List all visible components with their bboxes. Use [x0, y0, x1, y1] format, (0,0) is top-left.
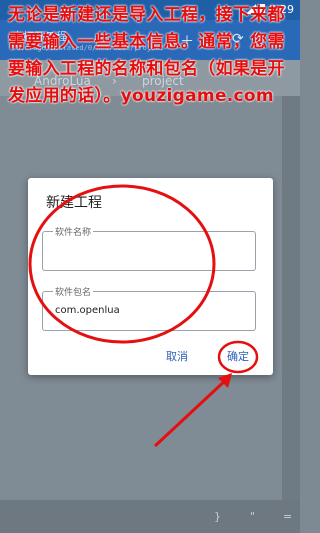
highlight-ok-circle [217, 340, 259, 374]
highlight-ellipse [28, 184, 216, 344]
pointer-arrow [153, 376, 230, 448]
annotation-text: 无论是新建还是导入工程，接下来都需要输入一些基本信息。通常，您需要输入工程的名称… [8, 5, 285, 106]
